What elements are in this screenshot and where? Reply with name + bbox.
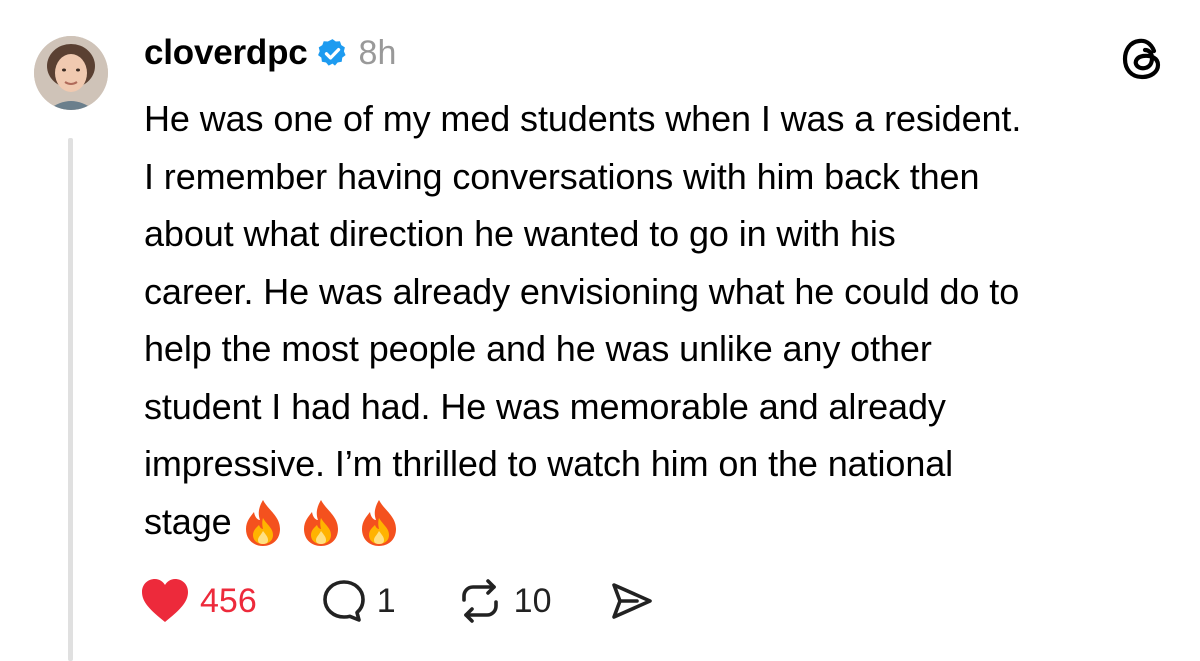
- threads-post: cloverdpc 8h He was one of my med studen…: [0, 0, 1200, 661]
- heart-icon: [142, 579, 188, 622]
- avatar[interactable]: [34, 36, 108, 110]
- username[interactable]: cloverdpc: [144, 33, 308, 73]
- post-text-line: career. He was already envisioning what …: [144, 270, 1020, 312]
- repost-icon: [461, 579, 498, 623]
- repost-button[interactable]: 10: [456, 578, 552, 624]
- thread-line: [68, 138, 73, 661]
- post-text-line: He was one of my med students when I was…: [144, 98, 1022, 139]
- fire-emoji: [298, 498, 344, 548]
- avatar-image: [34, 36, 108, 110]
- post-text-line: impressive. I’m thrilled to watch him on…: [144, 443, 954, 484]
- post-text-line: help the most people and he was unlike a…: [144, 328, 932, 369]
- post-timestamp: 8h: [358, 33, 397, 72]
- action-bar: 456 1 10: [140, 574, 655, 628]
- post-text-line: student I had had. He was memorable and …: [144, 385, 946, 427]
- repost-count: 10: [513, 581, 552, 620]
- threads-logo-icon[interactable]: [1118, 34, 1168, 84]
- reply-count: 1: [376, 581, 396, 620]
- post-body: He was one of my med students when I was…: [144, 90, 1184, 550]
- share-button[interactable]: [609, 578, 655, 624]
- like-count: 456: [200, 581, 257, 620]
- post-text-line: stage: [144, 500, 232, 542]
- verified-badge-icon: [316, 37, 349, 70]
- fire-emoji: [240, 498, 286, 548]
- fire-emoji: [356, 498, 402, 548]
- post-header: cloverdpc 8h: [144, 28, 396, 78]
- comment-icon: [322, 580, 365, 622]
- share-icon: [612, 583, 653, 619]
- emoji-group: [240, 495, 414, 553]
- like-button[interactable]: 456: [140, 578, 257, 624]
- post-text-last-line: stage: [144, 493, 1184, 551]
- reply-button[interactable]: 1: [321, 578, 396, 624]
- post-text-line: about what direction he wanted to go in …: [144, 213, 896, 254]
- post-text-line: I remember having conversations with him…: [144, 155, 980, 197]
